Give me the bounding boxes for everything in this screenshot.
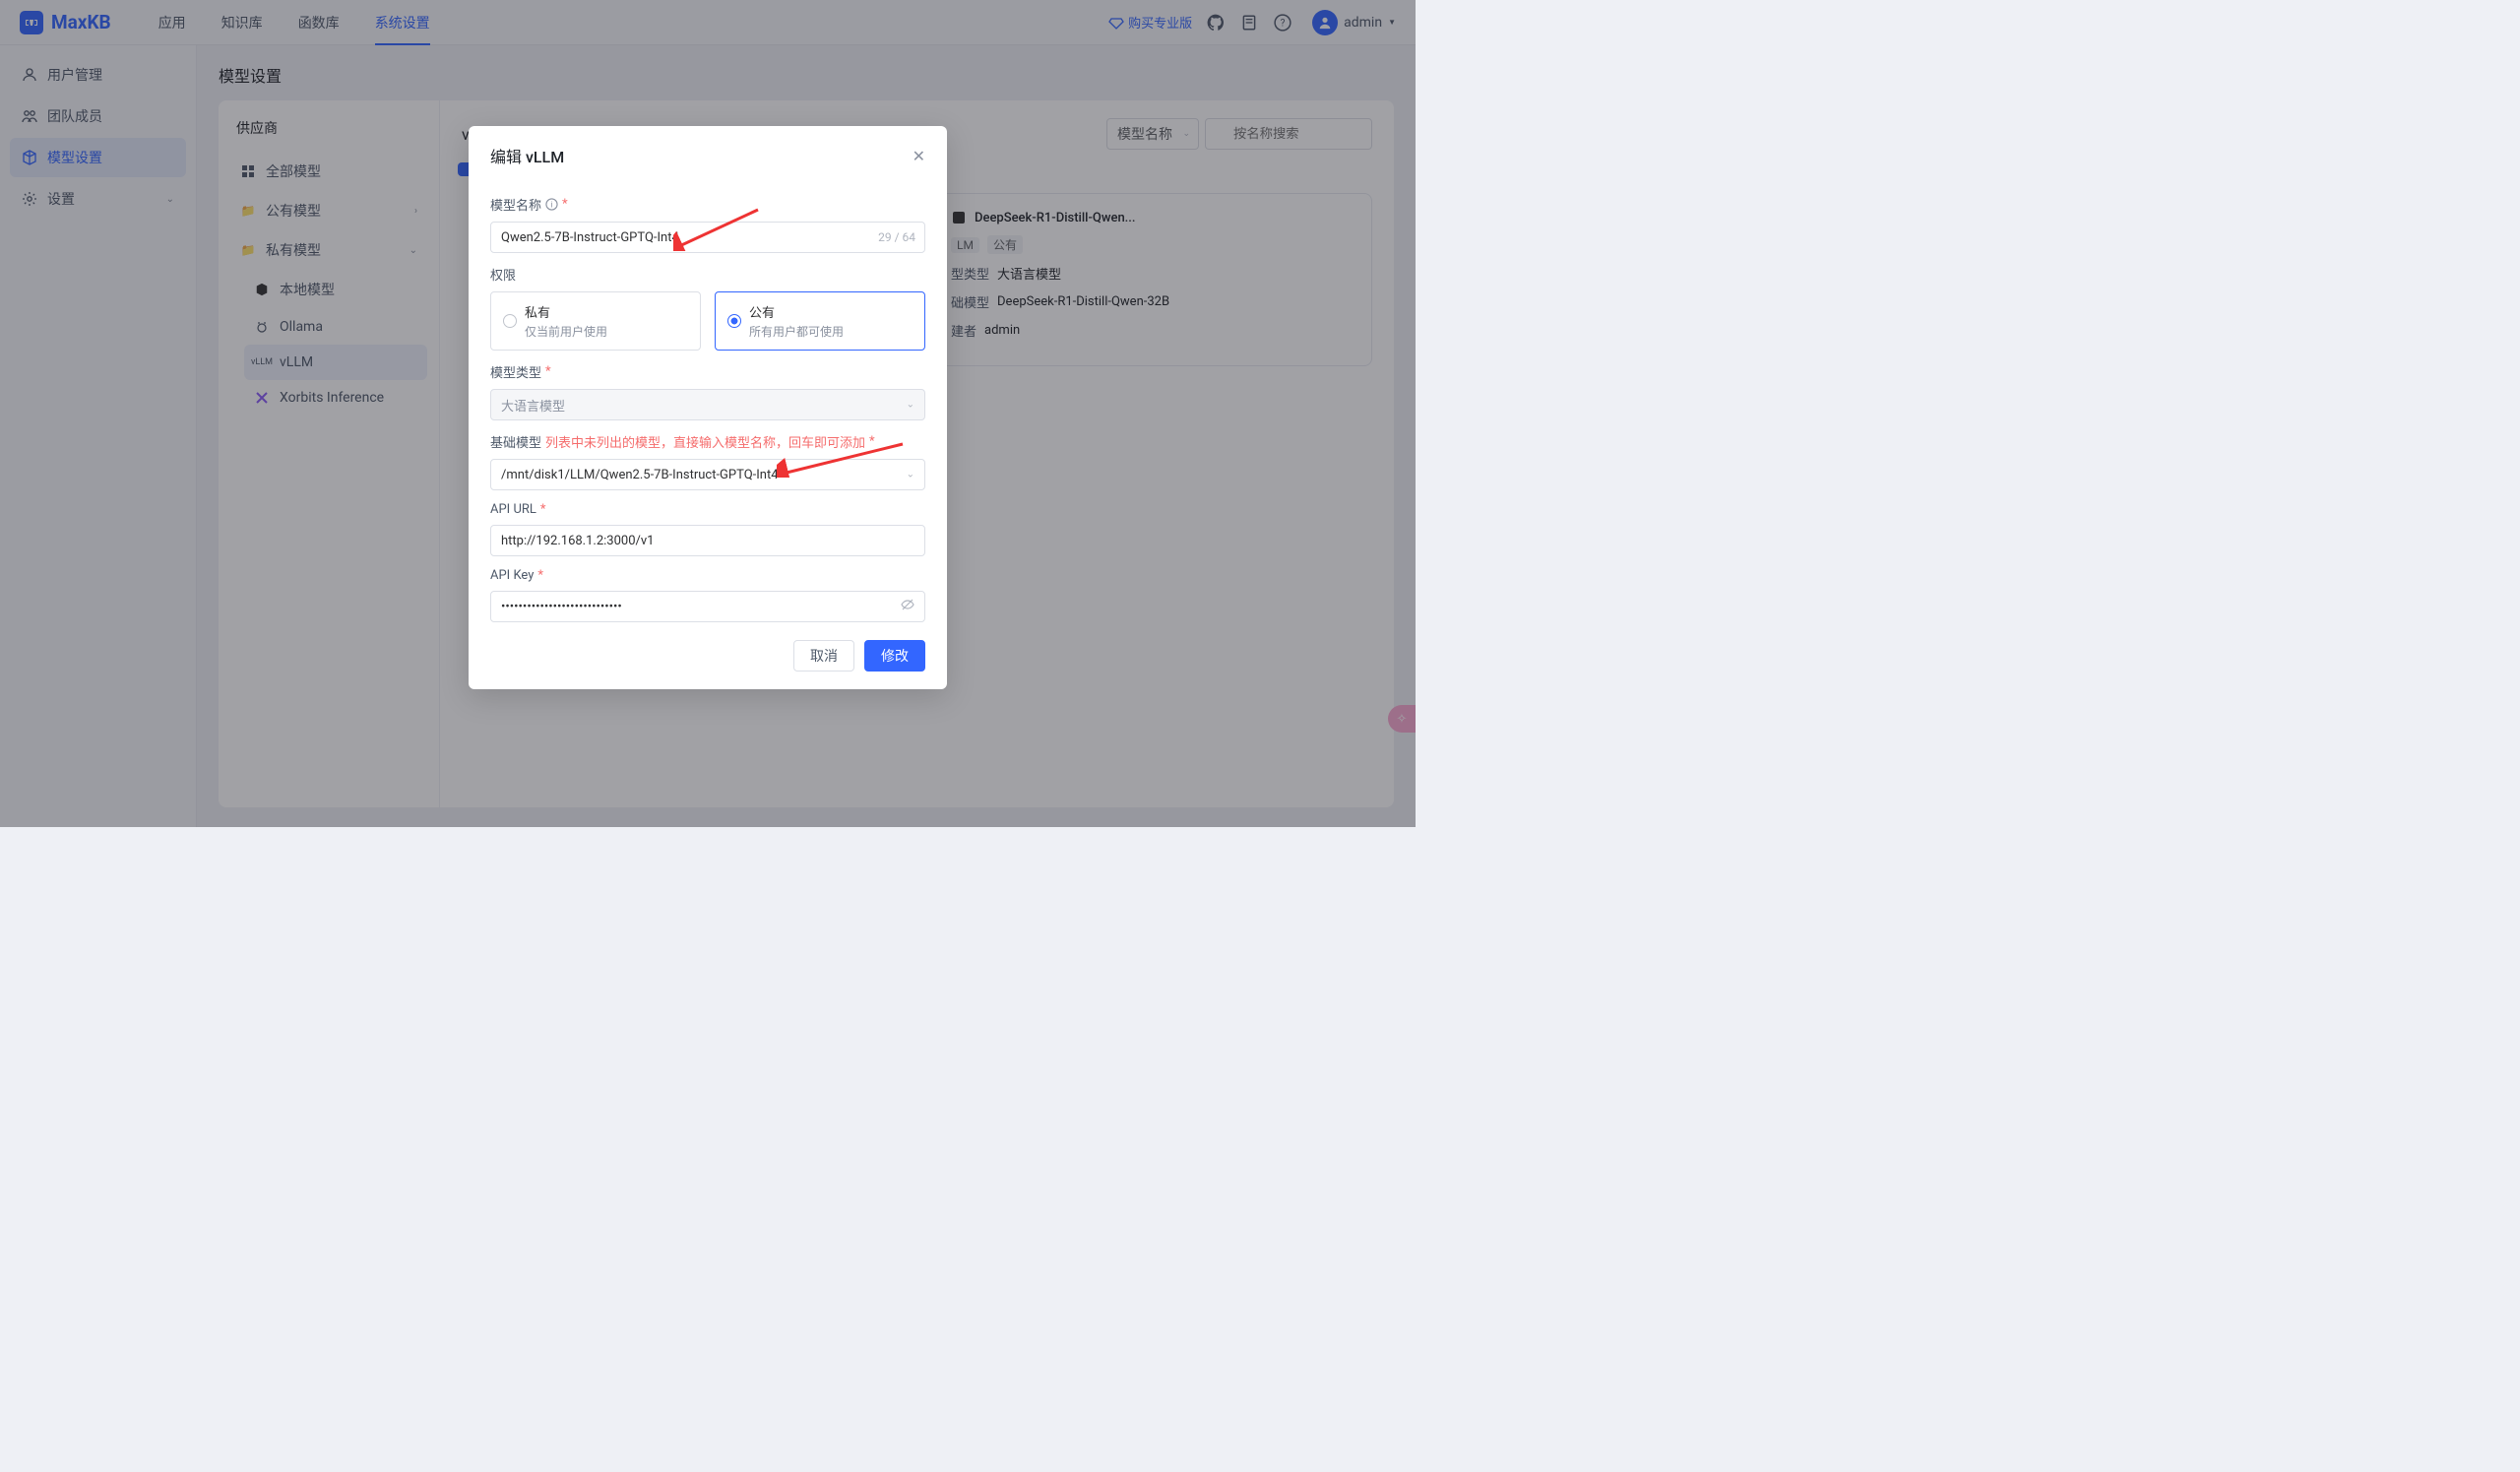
info-icon: i <box>545 198 558 211</box>
radio-icon <box>727 314 741 328</box>
api-key-label: API Key* <box>490 568 925 583</box>
perm-public-option[interactable]: 公有 所有用户都可使用 <box>715 291 925 351</box>
perm-public-title: 公有 <box>749 302 913 321</box>
modal-mask: 编辑 vLLM ✕ 模型名称 i * 29 / 64 权限 私有 仅当前用户使用 <box>0 0 1416 827</box>
model-type-value: 大语言模型 <box>501 396 565 415</box>
perm-private-option[interactable]: 私有 仅当前用户使用 <box>490 291 701 351</box>
api-url-input[interactable] <box>490 525 925 556</box>
permission-radio-group: 私有 仅当前用户使用 公有 所有用户都可使用 <box>490 291 925 351</box>
edit-model-dialog: 编辑 vLLM ✕ 模型名称 i * 29 / 64 权限 私有 仅当前用户使用 <box>469 126 947 689</box>
base-model-select[interactable]: /mnt/disk1/LLM/Qwen2.5-7B-Instruct-GPTQ-… <box>490 459 925 490</box>
model-name-input[interactable] <box>490 222 925 253</box>
chevron-down-icon: ⌄ <box>907 470 914 480</box>
perm-label: 权限 <box>490 265 925 284</box>
type-label: 模型类型* <box>490 362 925 381</box>
api-key-input[interactable] <box>490 591 925 622</box>
modal-footer: 取消 修改 <box>469 622 947 689</box>
eye-off-icon[interactable] <box>900 597 915 616</box>
perm-public-desc: 所有用户都可使用 <box>749 323 913 340</box>
perm-private-title: 私有 <box>525 302 688 321</box>
model-type-select[interactable]: 大语言模型 ⌄ <box>490 389 925 420</box>
close-icon[interactable]: ✕ <box>913 147 925 165</box>
chevron-down-icon: ⌄ <box>907 400 914 411</box>
name-label: 模型名称 i * <box>490 195 925 214</box>
svg-text:i: i <box>551 200 553 210</box>
api-url-label: API URL* <box>490 502 925 517</box>
base-model-value: /mnt/disk1/LLM/Qwen2.5-7B-Instruct-GPTQ-… <box>501 468 779 482</box>
modal-body: 模型名称 i * 29 / 64 权限 私有 仅当前用户使用 公有 <box>469 173 947 622</box>
cancel-button[interactable]: 取消 <box>793 640 854 672</box>
base-note: 列表中未列出的模型，直接输入模型名称，回车即可添加 <box>545 432 865 451</box>
modal-header: 编辑 vLLM ✕ <box>469 126 947 173</box>
radio-icon <box>503 314 517 328</box>
submit-button[interactable]: 修改 <box>864 640 925 672</box>
char-count: 29 / 64 <box>878 230 915 244</box>
base-label: 基础模型 列表中未列出的模型，直接输入模型名称，回车即可添加 * <box>490 432 925 451</box>
modal-title: 编辑 vLLM <box>490 144 564 167</box>
perm-private-desc: 仅当前用户使用 <box>525 323 688 340</box>
